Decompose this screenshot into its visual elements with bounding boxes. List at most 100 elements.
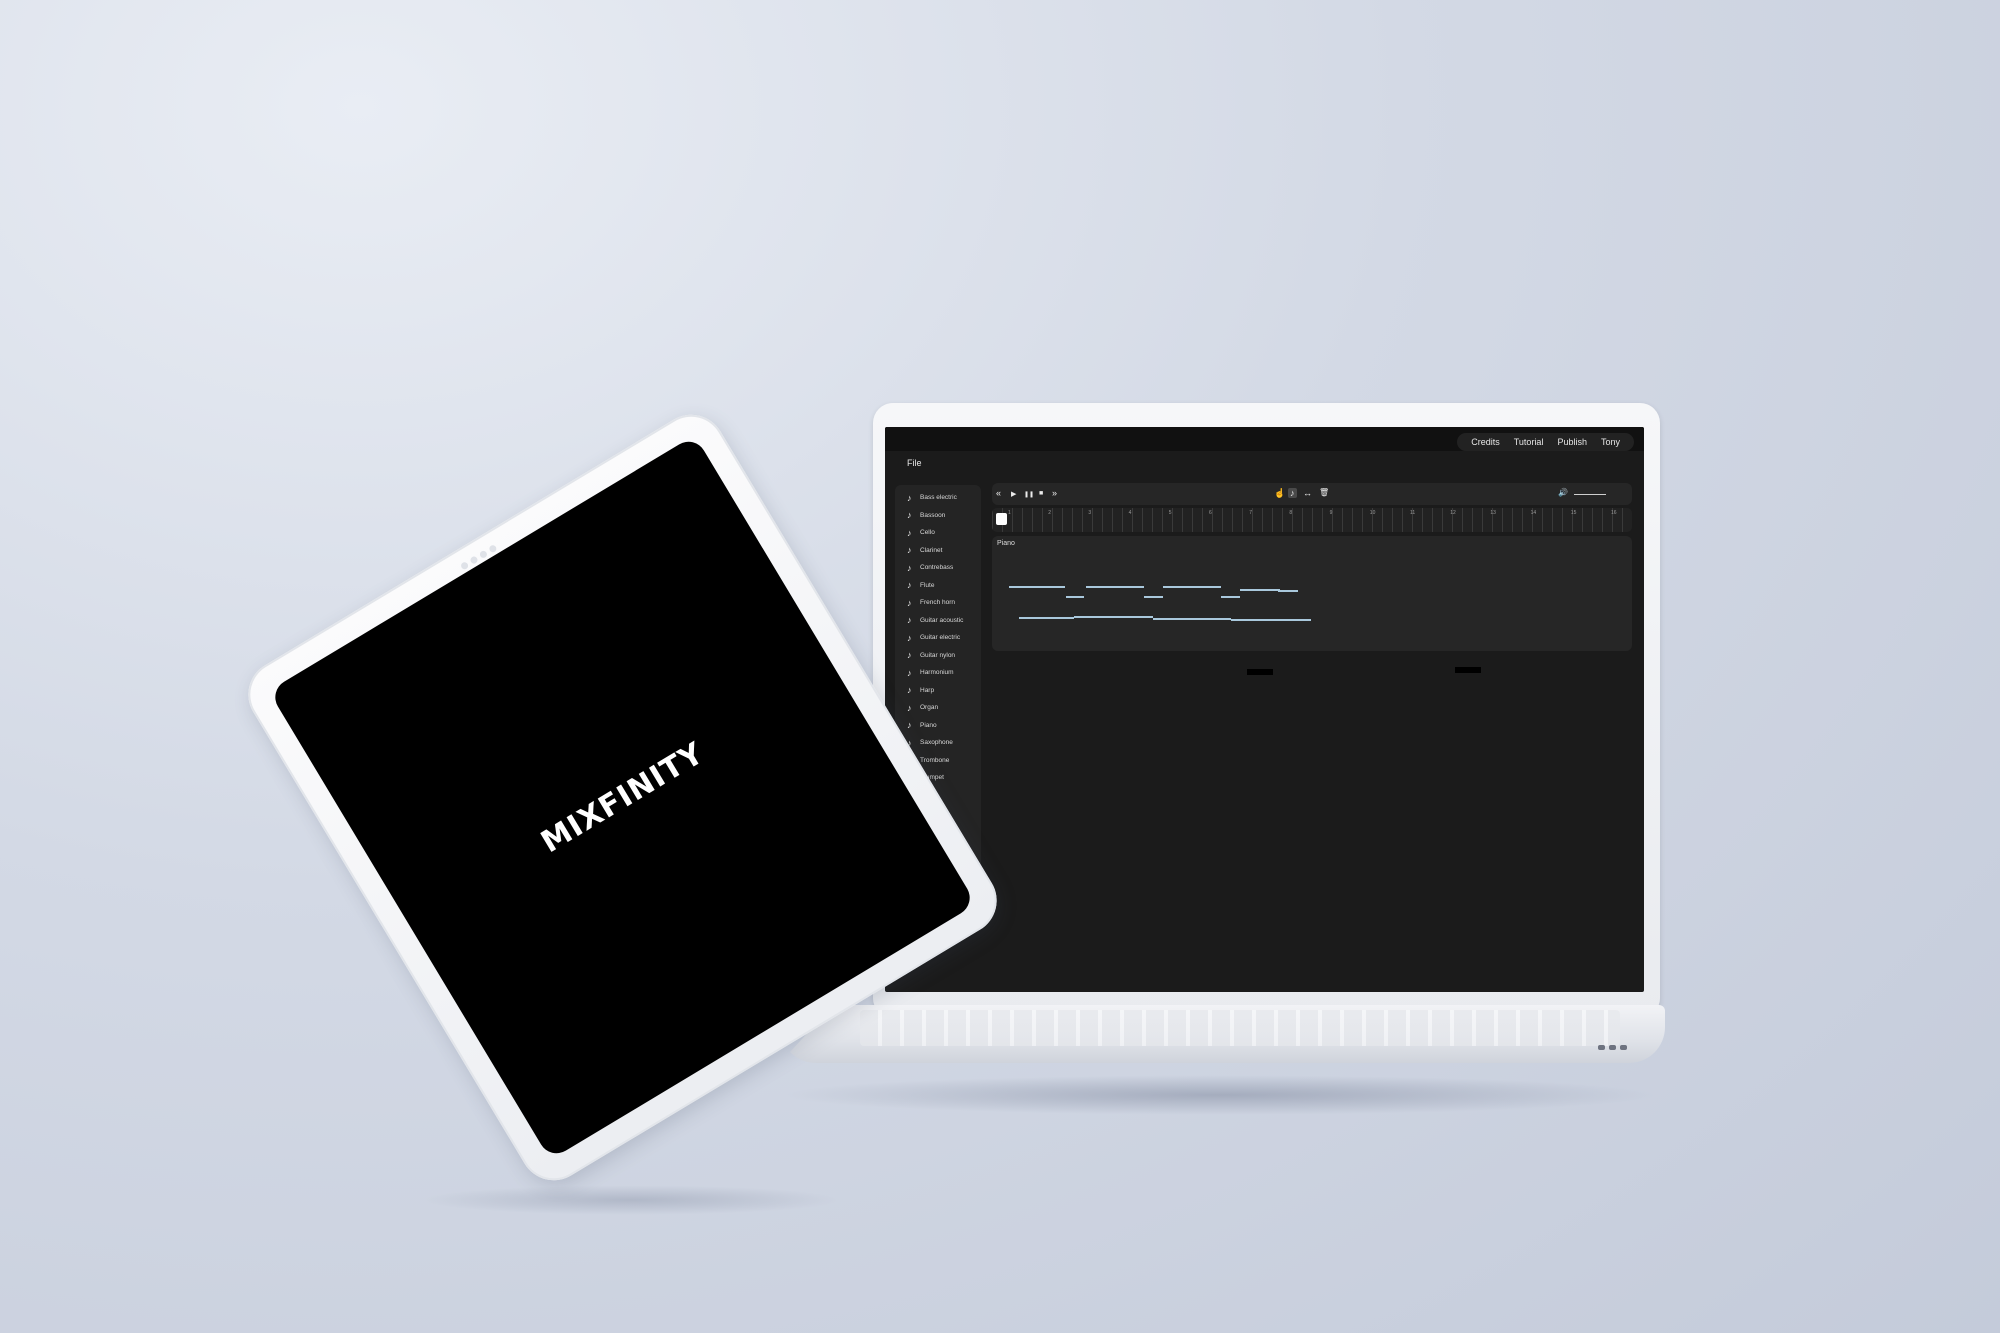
music-note-icon: ♪ xyxy=(907,492,912,503)
instrument-item[interactable]: ♪ Guitar electric xyxy=(895,629,981,647)
instrument-item[interactable]: ♪ Bassoon xyxy=(895,507,981,525)
instrument-label: Guitar nylon xyxy=(920,651,956,659)
instrument-item[interactable]: ♪ Guitar acoustic xyxy=(895,612,981,630)
ruler-number: 8 xyxy=(1289,510,1293,516)
nav-user[interactable]: Tony xyxy=(1601,437,1620,447)
instrument-label: Harp xyxy=(920,686,935,694)
music-note-icon: ♪ xyxy=(907,720,912,731)
ruler-number: 11 xyxy=(1410,510,1416,516)
ruler-number: 13 xyxy=(1490,510,1496,516)
forward-icon[interactable]: » xyxy=(1052,488,1057,498)
hand-icon[interactable]: ☝ xyxy=(1274,488,1285,499)
volume-slider[interactable] xyxy=(1574,494,1606,495)
music-note-icon: ♪ xyxy=(907,562,912,573)
note[interactable] xyxy=(1240,589,1280,591)
instrument-item[interactable]: ♪ Cello xyxy=(895,524,981,542)
note[interactable] xyxy=(1231,619,1311,621)
music-note-icon: ♪ xyxy=(907,597,912,608)
ruler-number: 1 xyxy=(1008,510,1011,516)
instrument-item[interactable]: ♪ Organ xyxy=(895,699,981,717)
instrument-label: Guitar electric xyxy=(920,634,961,642)
ruler-number: 2 xyxy=(1048,510,1051,516)
note[interactable] xyxy=(1086,586,1144,588)
nav-credits[interactable]: Credits xyxy=(1471,437,1500,447)
track-name: Piano xyxy=(997,540,1015,547)
laptop-keyboard xyxy=(860,1010,1620,1046)
ruler-number: 9 xyxy=(1329,510,1333,516)
instrument-label: Guitar acoustic xyxy=(920,616,964,624)
instrument-label: Bass electric xyxy=(920,494,957,502)
ruler-number: 10 xyxy=(1369,510,1376,516)
playhead-handle[interactable] xyxy=(996,513,1007,525)
volume-icon[interactable]: 🔊 xyxy=(1558,488,1568,497)
note[interactable] xyxy=(1221,596,1240,598)
rewind-icon[interactable]: « xyxy=(996,488,1001,498)
note[interactable] xyxy=(1144,596,1163,598)
ruler-number: 7 xyxy=(1249,510,1252,516)
instrument-label: Harmonium xyxy=(920,669,954,677)
pause-icon[interactable]: ❚❚ xyxy=(1024,491,1034,498)
ruler-number: 3 xyxy=(1088,510,1092,516)
tablet-shadow xyxy=(420,1185,840,1215)
ruler-number: 12 xyxy=(1450,510,1456,516)
music-note-icon: ♪ xyxy=(907,580,912,591)
music-note-icon: ♪ xyxy=(907,650,912,661)
mixfinity-logo: MIXFINITY xyxy=(534,735,711,860)
instrument-label: Clarinet xyxy=(920,546,943,554)
note[interactable] xyxy=(1153,618,1231,620)
music-note-icon: ♪ xyxy=(907,545,912,556)
music-note-icon: ♪ xyxy=(907,685,912,696)
instrument-label: Organ xyxy=(920,704,939,712)
music-note-icon: ♪ xyxy=(907,702,912,713)
trash-icon[interactable]: 🗑 xyxy=(1319,488,1329,497)
note[interactable] xyxy=(1074,616,1153,618)
instrument-label: Flute xyxy=(920,581,935,589)
laptop-ports xyxy=(1598,1037,1631,1055)
instrument-item[interactable]: ♪ Clarinet xyxy=(895,542,981,560)
play-icon[interactable]: ▶ xyxy=(1011,490,1016,498)
instrument-label: Contrebass xyxy=(920,564,954,572)
music-note-icon: ♪ xyxy=(907,615,912,626)
instrument-label: Saxophone xyxy=(920,739,953,747)
nav-publish[interactable]: Publish xyxy=(1557,437,1587,447)
timeline-ruler[interactable]: 1 2 3 4 5 6 7 8 9 10 11 12 13 14 15 16 xyxy=(992,508,1632,532)
note-tool-icon[interactable]: ♪ xyxy=(1288,488,1297,498)
instrument-item[interactable]: ♪ Harp xyxy=(895,682,981,700)
instrument-label: Piano xyxy=(920,721,937,729)
stop-icon[interactable]: ■ xyxy=(1039,490,1043,497)
instrument-item[interactable]: ♪ Harmonium xyxy=(895,664,981,682)
music-note-icon: ♪ xyxy=(907,667,912,678)
ruler-number: 14 xyxy=(1530,510,1537,516)
music-note-icon: ♪ xyxy=(907,510,912,521)
instrument-label: Bassoon xyxy=(920,511,946,519)
instrument-label: Cello xyxy=(920,529,935,537)
instrument-label: French horn xyxy=(920,599,956,607)
top-nav: Credits Tutorial Publish Tony xyxy=(1457,433,1634,451)
transport-bar: « ▶ ❚❚ ■ » ☝ ♪ ↔ 🗑 🔊 xyxy=(992,483,1632,505)
ruler-number: 16 xyxy=(1611,510,1617,516)
scroll-marker[interactable] xyxy=(1247,669,1273,675)
stretch-icon[interactable]: ↔ xyxy=(1303,488,1312,498)
instrument-item[interactable]: ♪ Piano xyxy=(895,717,981,735)
laptop-shadow xyxy=(780,1075,1660,1115)
track-piano[interactable]: Piano xyxy=(992,536,1632,651)
instrument-label: Trombone xyxy=(920,756,950,764)
instrument-item[interactable]: ♪ Contrebass xyxy=(895,559,981,577)
note[interactable] xyxy=(1163,586,1221,588)
instrument-item[interactable]: ♪ Flute xyxy=(895,577,981,595)
nav-tutorial[interactable]: Tutorial xyxy=(1514,437,1544,447)
file-menu[interactable]: File xyxy=(907,458,922,468)
scroll-marker[interactable] xyxy=(1455,667,1481,673)
instrument-item[interactable]: ♪ Bass electric xyxy=(895,489,981,507)
note[interactable] xyxy=(1278,590,1298,592)
music-note-icon: ♪ xyxy=(907,632,912,643)
instrument-item[interactable]: ♪ Guitar nylon xyxy=(895,647,981,665)
instrument-item[interactable]: ♪ French horn xyxy=(895,594,981,612)
ruler-number: 15 xyxy=(1570,510,1577,516)
ruler-number: 5 xyxy=(1168,510,1172,516)
note[interactable] xyxy=(1019,617,1074,619)
ruler-number: 6 xyxy=(1209,510,1212,516)
note[interactable] xyxy=(1066,596,1084,598)
music-note-icon: ♪ xyxy=(907,527,912,538)
note[interactable] xyxy=(1009,586,1065,588)
